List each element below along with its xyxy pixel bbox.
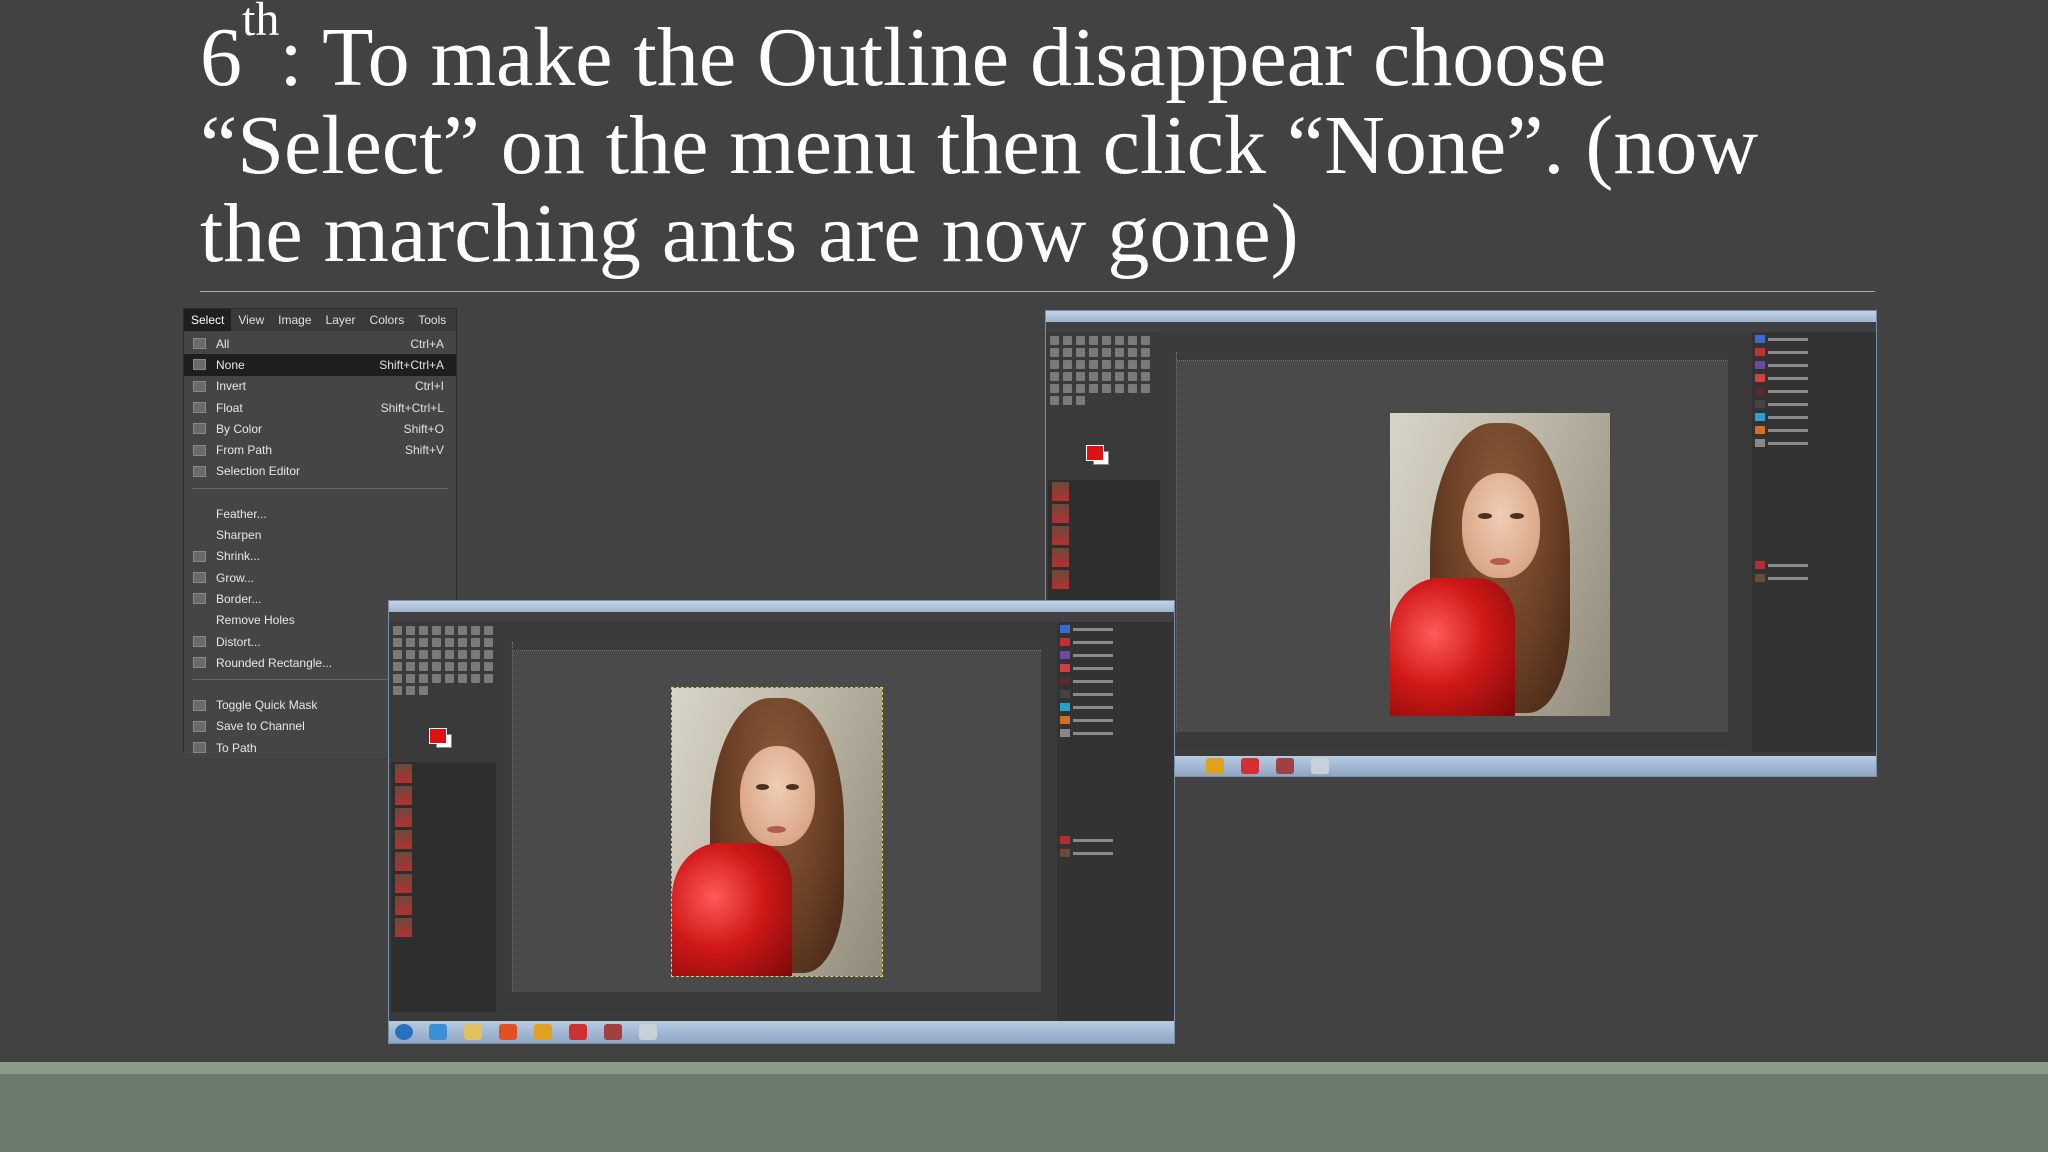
menu-item-sharpen[interactable]: Sharpen [184, 524, 456, 545]
float-icon [193, 402, 206, 414]
menu-item-shrink[interactable]: Shrink... [184, 546, 456, 567]
footer-accent-line [0, 1062, 2048, 1074]
grow-icon [193, 572, 206, 584]
horizontal-ruler [1168, 352, 1728, 361]
portrait-image [1390, 413, 1610, 716]
canvas-area[interactable] [1168, 352, 1728, 732]
menu-item-from-path[interactable]: From Path Shift+V [184, 439, 456, 460]
border-icon [193, 593, 206, 605]
menu-item-float[interactable]: Float Shift+Ctrl+L [184, 397, 456, 418]
rounded-rect-icon [193, 657, 206, 669]
menu-item-all[interactable]: All Ctrl+A [184, 333, 456, 354]
menu-tools[interactable]: Tools [411, 309, 453, 331]
gimp-window-before [388, 600, 1175, 1044]
toolbox [389, 622, 501, 1042]
shrink-icon [193, 550, 206, 562]
menu-layer[interactable]: Layer [319, 309, 363, 331]
window-menubar [389, 612, 1174, 622]
gimp-menubar: Select View Image Layer Colors Tools [184, 309, 456, 331]
slide-footer [0, 1074, 2048, 1152]
menu-item-invert[interactable]: Invert Ctrl+I [184, 376, 456, 397]
slide-title: 6th: To make the Outline disappear choos… [200, 0, 1860, 278]
taskbar [389, 1021, 1174, 1043]
canvas-area[interactable] [504, 642, 1041, 992]
menu-item-by-color[interactable]: By Color Shift+O [184, 418, 456, 439]
path-icon [193, 742, 206, 754]
menu-view[interactable]: View [231, 309, 271, 331]
tool-grid [389, 622, 501, 699]
vertical-ruler [504, 642, 513, 992]
invert-icon [193, 380, 206, 392]
menu-item-grow[interactable]: Grow... [184, 567, 456, 588]
selection-editor-icon [193, 465, 206, 477]
foreground-color-swatch[interactable] [429, 728, 447, 744]
brushes-panel [391, 762, 496, 1012]
by-color-icon [193, 423, 206, 435]
menu-item-selection-editor[interactable]: Selection Editor [184, 461, 456, 482]
status-bar [504, 1001, 1041, 1013]
tool-grid [1046, 332, 1166, 409]
layers-panel [1057, 622, 1174, 1022]
window-titlebar [1046, 311, 1876, 322]
quick-mask-icon [193, 699, 206, 711]
status-bar [1168, 736, 1728, 748]
ordinal-suffix: th [242, 0, 280, 46]
from-path-icon [193, 444, 206, 456]
menu-select[interactable]: Select [184, 309, 232, 331]
menu-item-none[interactable]: None Shift+Ctrl+A [184, 354, 456, 376]
foreground-color-swatch[interactable] [1086, 445, 1104, 461]
portrait-image [671, 687, 883, 977]
menu-colors[interactable]: Colors [363, 309, 412, 331]
window-titlebar [389, 601, 1174, 612]
distort-icon [193, 636, 206, 647]
title-divider [200, 291, 1875, 292]
menu-separator [192, 488, 448, 490]
select-all-icon [193, 338, 206, 350]
menu-image[interactable]: Image [271, 309, 318, 331]
channel-icon [193, 720, 206, 732]
select-none-icon [193, 359, 206, 371]
horizontal-ruler [504, 642, 1041, 651]
layers-panel [1752, 332, 1876, 752]
menu-item-feather[interactable]: Feather... [184, 503, 456, 524]
window-menubar [1046, 322, 1876, 332]
